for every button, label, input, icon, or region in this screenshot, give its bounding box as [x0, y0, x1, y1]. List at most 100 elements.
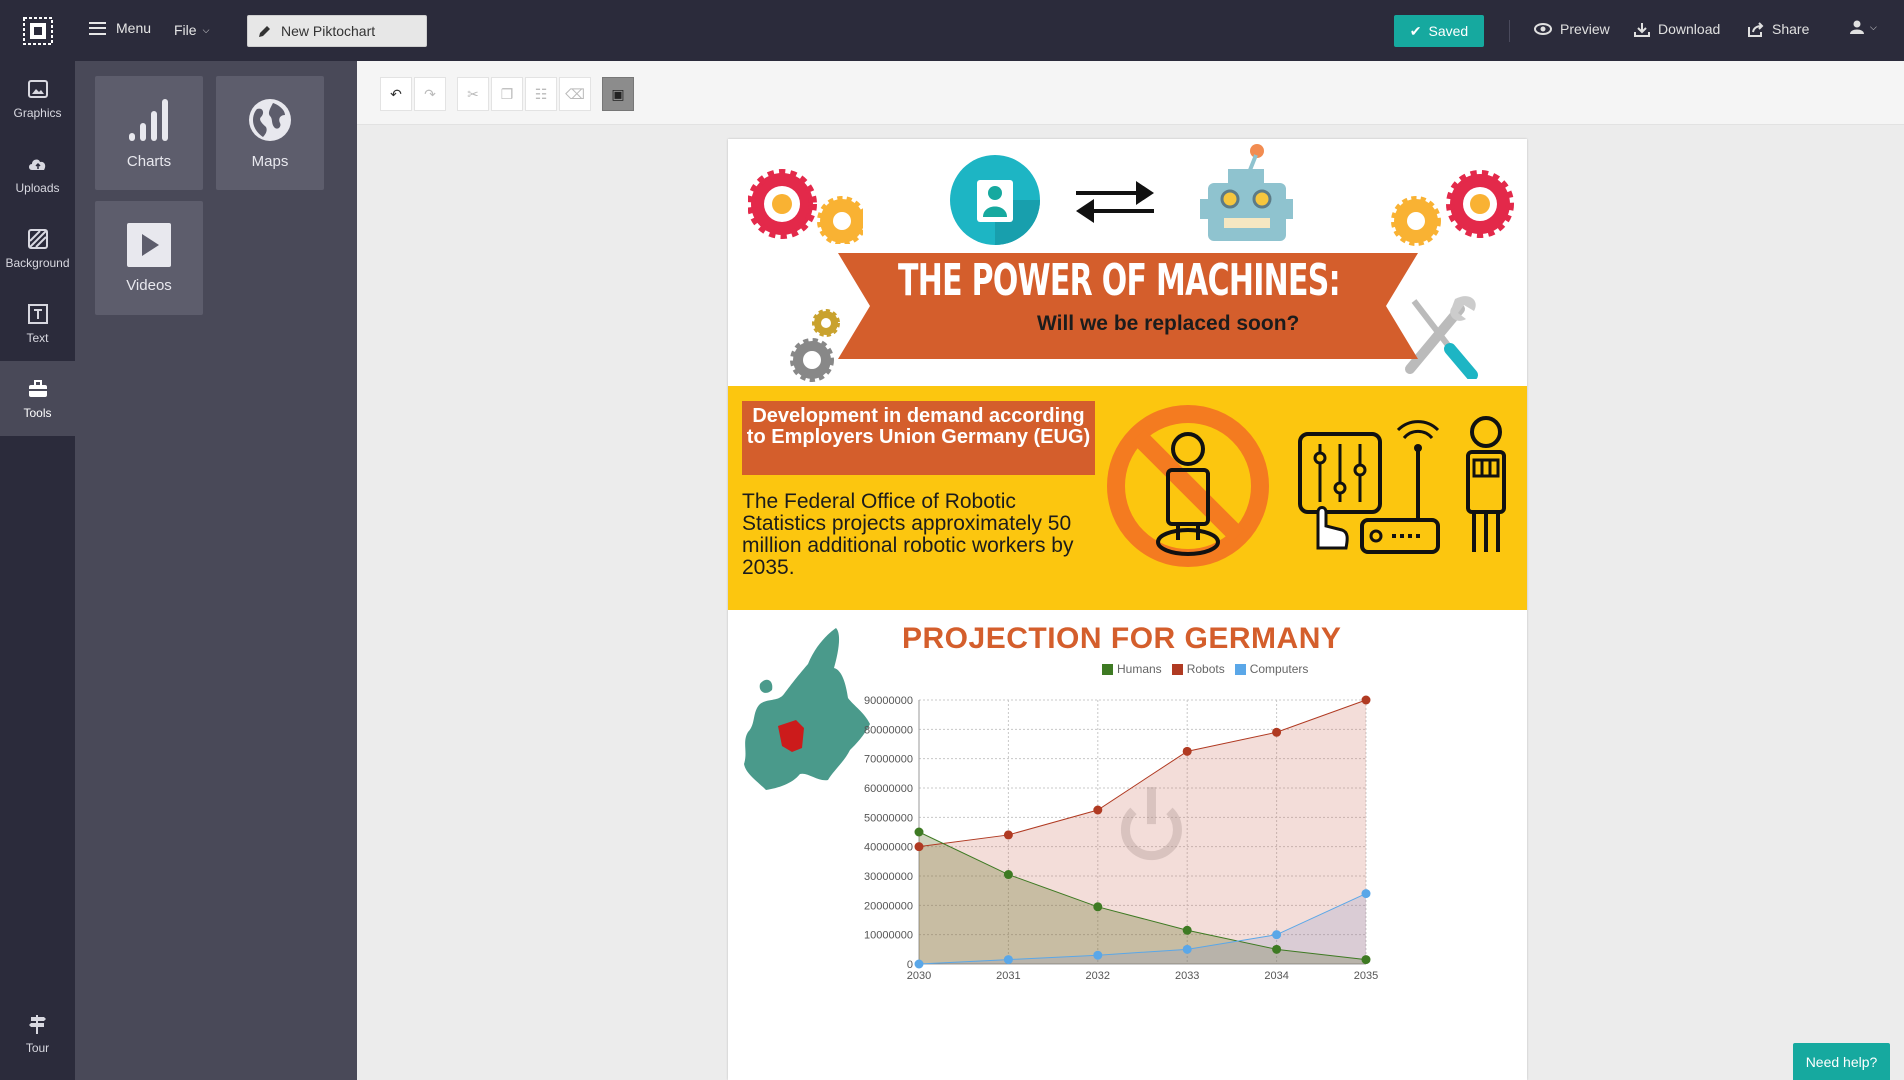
rail-item-uploads[interactable]: Uploads: [0, 136, 75, 211]
y-tick-label: 10000000: [864, 930, 913, 942]
preview-button[interactable]: Preview: [1534, 21, 1610, 37]
copy-icon: ❐: [500, 85, 514, 102]
exchange-arrows-icon: [1076, 181, 1154, 223]
redo-button[interactable]: ↷: [414, 77, 446, 111]
data-point-robots: [1272, 727, 1282, 737]
text-icon: [27, 303, 48, 324]
piktochart-logo-icon[interactable]: [23, 17, 53, 45]
rail-label: Tour: [25, 1040, 50, 1055]
rail-label: Uploads: [15, 180, 60, 195]
rail-label: Text: [26, 330, 49, 345]
scissors-icon: ✂: [467, 85, 479, 102]
tile-charts[interactable]: Charts: [95, 76, 203, 190]
rail-label: Tools: [23, 405, 52, 420]
rail-item-background[interactable]: Background: [0, 211, 75, 286]
y-tick-label: 50000000: [864, 812, 913, 824]
control-panel-icon: [1298, 416, 1506, 554]
file-label: File: [174, 22, 197, 38]
header-band: THE POWER OF MACHINES: Will we be replac…: [728, 139, 1527, 386]
projection-band: PROJECTION FOR GERMANY Humans Robots Com…: [728, 610, 1527, 1080]
cut-button[interactable]: ✂: [457, 77, 489, 111]
rail-item-text[interactable]: Text: [0, 286, 75, 361]
area-chart[interactable]: 0100000002000000030000000400000005000000…: [838, 680, 1518, 1080]
infographic-subtitle[interactable]: Will we be replaced soon?: [1037, 312, 1299, 336]
development-text[interactable]: The Federal Office of Robotic Statistics…: [742, 491, 1102, 579]
data-point-humans: [1093, 902, 1103, 912]
download-icon: [1634, 22, 1650, 37]
undo-button[interactable]: ↶: [380, 77, 412, 111]
tile-label: Charts: [126, 152, 172, 170]
data-point-computers: [1272, 930, 1282, 940]
share-label: Share: [1772, 21, 1810, 37]
data-point-humans: [1361, 955, 1371, 965]
undo-icon: ↶: [390, 85, 402, 102]
play-icon: [127, 222, 171, 267]
legend-item-humans: Humans: [1102, 662, 1162, 676]
robot-icon: [1200, 144, 1293, 241]
background-pattern-icon: [27, 228, 48, 249]
globe-icon: [249, 98, 291, 141]
tile-maps[interactable]: Maps: [216, 76, 324, 190]
rail-item-tour[interactable]: Tour: [0, 996, 75, 1071]
data-point-computers: [1093, 950, 1103, 960]
development-heading[interactable]: Development in demand according to Emplo…: [742, 401, 1095, 475]
rail-item-tools[interactable]: Tools: [0, 361, 75, 436]
divider: [1509, 20, 1510, 42]
delete-button[interactable]: ⌫: [559, 77, 591, 111]
need-help-button[interactable]: Need help?: [1793, 1043, 1890, 1080]
tile-label: Maps: [251, 152, 289, 170]
rail-item-graphics[interactable]: Graphics: [0, 61, 75, 136]
y-tick-label: 20000000: [864, 900, 913, 912]
trash-icon: ⌫: [565, 85, 585, 102]
gears-icon: [1391, 170, 1514, 246]
data-point-humans: [1182, 925, 1192, 935]
data-point-computers: [1003, 955, 1013, 965]
y-tick-label: 80000000: [864, 724, 913, 736]
menu-button[interactable]: Menu: [89, 20, 151, 36]
chart-legend: Humans Robots Computers: [1102, 662, 1308, 676]
menu-label: Menu: [116, 20, 152, 36]
projection-title[interactable]: PROJECTION FOR GERMANY: [902, 622, 1341, 656]
paste-button[interactable]: ☷: [525, 77, 557, 111]
bar-chart-icon: [129, 98, 168, 141]
hamburger-icon: [89, 21, 106, 35]
rail-label: Graphics: [13, 105, 62, 120]
share-icon: [1748, 21, 1764, 37]
y-tick-label: 90000000: [864, 695, 913, 707]
infographic-canvas[interactable]: THE POWER OF MACHINES: Will we be replac…: [728, 139, 1527, 1080]
chevron-down-icon: ⌵: [202, 24, 210, 35]
data-point-robots: [1093, 805, 1103, 815]
data-point-computers: [1182, 944, 1192, 954]
download-button[interactable]: Download: [1634, 21, 1720, 37]
saved-button[interactable]: ✔ Saved: [1394, 15, 1484, 47]
copy-button[interactable]: ❐: [491, 77, 523, 111]
document-title: New Piktochart: [281, 23, 376, 39]
chevron-down-icon: ⌵: [1870, 21, 1877, 32]
x-tick-label: 2031: [996, 970, 1020, 982]
data-point-humans: [914, 827, 924, 837]
preview-label: Preview: [1560, 21, 1610, 37]
x-tick-label: 2035: [1354, 970, 1378, 982]
no-human-icon: [1107, 405, 1269, 567]
tile-videos[interactable]: Videos: [95, 201, 203, 315]
file-menu-button[interactable]: File ⌵: [174, 22, 209, 38]
user-menu-button[interactable]: ⌵: [1850, 20, 1877, 34]
document-title-field[interactable]: New Piktochart: [247, 15, 427, 47]
select-group-button[interactable]: ▣: [602, 77, 634, 111]
data-point-robots: [1182, 746, 1192, 756]
download-label: Download: [1658, 21, 1721, 37]
share-button[interactable]: Share: [1748, 21, 1809, 37]
paste-icon: ☷: [534, 85, 548, 102]
left-rail: Graphics Uploads Background Text Tools T…: [0, 61, 75, 1080]
tile-label: Videos: [126, 276, 172, 294]
signpost-icon: [28, 1014, 46, 1034]
need-help-label: Need help?: [1805, 1053, 1878, 1070]
y-tick-label: 30000000: [864, 871, 913, 883]
top-bar: Menu File ⌵ New Piktochart ✔ Saved Previ…: [0, 0, 1904, 61]
x-tick-label: 2033: [1175, 970, 1199, 982]
edit-toolbar: ↶ ↷ ✂ ❐ ☷ ⌫ ▣: [357, 61, 1904, 125]
eye-icon: [1534, 23, 1552, 35]
infographic-title[interactable]: THE POWER OF MACHINES:: [898, 255, 1341, 306]
check-icon: ✔: [1409, 22, 1422, 39]
data-point-computers: [1361, 889, 1371, 899]
